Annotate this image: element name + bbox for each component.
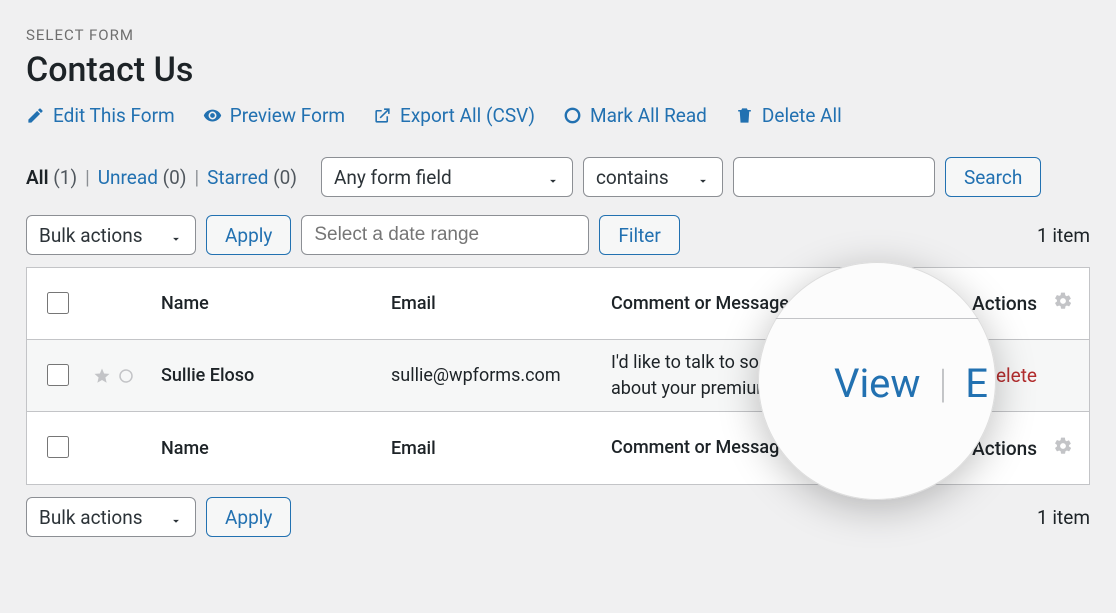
search-input[interactable] <box>733 157 935 197</box>
operator-select-value: contains <box>596 166 669 189</box>
tab-unread-label: Unread <box>98 166 158 189</box>
export-icon <box>373 106 392 125</box>
chevron-down-icon <box>546 170 560 184</box>
circle-icon <box>563 106 582 125</box>
magnified-view-link: View <box>834 360 920 407</box>
item-count-top: 1 item <box>1037 224 1090 247</box>
gear-icon <box>1053 291 1073 311</box>
delete-all-label: Delete All <box>762 104 842 127</box>
field-select-value: Any form field <box>334 166 452 189</box>
tab-all-count: (1) <box>53 166 77 189</box>
tab-unread[interactable]: Unread (0) <box>98 166 187 189</box>
filter-row: All (1) | Unread (0) | Starred (0) Any f… <box>26 157 1090 197</box>
select-all-checkbox[interactable] <box>47 292 69 314</box>
magnified-edit-partial: E <box>965 360 988 407</box>
tab-starred-label: Starred <box>207 166 268 189</box>
date-range-input[interactable] <box>301 215 589 255</box>
preview-form-label: Preview Form <box>230 104 345 127</box>
row-checkbox[interactable] <box>47 364 69 386</box>
separator: | <box>938 360 947 407</box>
cell-email: sullie@wpforms.com <box>391 365 611 386</box>
bulk-row-bottom: Bulk actions Apply 1 item <box>26 497 1090 537</box>
col-header-name[interactable]: Name <box>161 293 391 314</box>
page-title: Contact Us <box>26 50 1090 90</box>
bulk-actions-value-bottom: Bulk actions <box>39 506 143 529</box>
star-icon[interactable] <box>93 367 111 385</box>
tab-unread-count: (0) <box>163 166 187 189</box>
field-select[interactable]: Any form field <box>321 157 573 197</box>
tab-all-label: All <box>26 166 49 189</box>
chevron-down-icon <box>696 170 710 184</box>
tab-starred[interactable]: Starred (0) <box>207 166 297 189</box>
bulk-actions-select[interactable]: Bulk actions <box>26 215 196 255</box>
trash-icon <box>735 106 754 125</box>
col-header-email[interactable]: Email <box>391 293 611 314</box>
action-bar: Edit This Form Preview Form Export All (… <box>26 104 1090 127</box>
read-status-icon[interactable] <box>117 367 135 385</box>
chevron-down-icon <box>169 228 183 242</box>
operator-select[interactable]: contains <box>583 157 723 197</box>
select-form-label: SELECT FORM <box>26 26 1090 44</box>
delete-all-link[interactable]: Delete All <box>735 104 842 127</box>
apply-button-bottom[interactable]: Apply <box>206 497 291 537</box>
export-csv-link[interactable]: Export All (CSV) <box>373 104 535 127</box>
item-count-bottom: 1 item <box>1037 506 1090 529</box>
edit-form-link[interactable]: Edit This Form <box>26 104 175 127</box>
mark-all-read-link[interactable]: Mark All Read <box>563 104 707 127</box>
apply-button[interactable]: Apply <box>206 215 291 255</box>
tab-all[interactable]: All (1) <box>26 166 77 189</box>
bulk-row-top: Bulk actions Apply Filter 1 item <box>26 215 1090 255</box>
magnifier-divider <box>758 318 996 319</box>
select-all-checkbox-bottom[interactable] <box>47 436 69 458</box>
tab-starred-count: (0) <box>273 166 297 189</box>
pencil-icon <box>26 106 45 125</box>
edit-form-label: Edit This Form <box>53 104 175 127</box>
col-footer-email[interactable]: Email <box>391 438 611 459</box>
bulk-actions-select-bottom[interactable]: Bulk actions <box>26 497 196 537</box>
cell-name: Sullie Eloso <box>161 365 391 386</box>
col-footer-name[interactable]: Name <box>161 438 391 459</box>
preview-form-link[interactable]: Preview Form <box>203 104 345 127</box>
separator: | <box>192 166 201 189</box>
gear-icon <box>1053 436 1073 456</box>
status-tabs: All (1) | Unread (0) | Starred (0) <box>26 166 297 189</box>
export-csv-label: Export All (CSV) <box>400 104 535 127</box>
bulk-actions-value: Bulk actions <box>39 224 143 247</box>
table-settings-gear[interactable] <box>1037 291 1073 316</box>
search-button[interactable]: Search <box>945 157 1041 197</box>
eye-icon <box>203 106 222 125</box>
chevron-down-icon <box>169 510 183 524</box>
filter-button[interactable]: Filter <box>599 215 679 255</box>
table-settings-gear-bottom[interactable] <box>1037 436 1073 461</box>
magnifier-overlay: View | E <box>758 262 996 500</box>
mark-all-read-label: Mark All Read <box>590 104 707 127</box>
separator: | <box>83 166 92 189</box>
